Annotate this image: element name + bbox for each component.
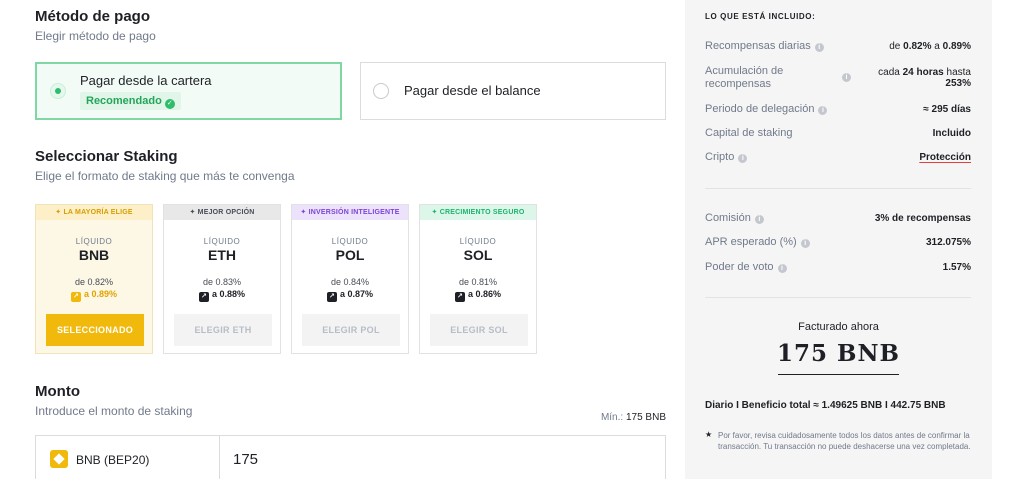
trend-up-icon: ↗ bbox=[198, 292, 209, 302]
info-icon: i bbox=[800, 239, 810, 248]
selected-button[interactable]: SELECCIONADO bbox=[46, 314, 144, 346]
card-tag: ✦ CRECIMIENTO SEGURO bbox=[420, 205, 536, 220]
trend-up-icon: ↗ bbox=[70, 292, 81, 302]
bnb-logo-icon bbox=[50, 450, 68, 468]
pay-from-balance-option[interactable]: Pagar desde el balance bbox=[360, 62, 666, 120]
staking-card-pol[interactable]: ✦ INVERSIÓN INTELIGENTE LÍQUIDO POL de 0… bbox=[291, 204, 409, 354]
radio-unselected[interactable] bbox=[373, 83, 389, 99]
staking-card-sol[interactable]: ✦ CRECIMIENTO SEGURO LÍQUIDO SOL de 0.81… bbox=[419, 204, 537, 354]
payment-title: Método de pago bbox=[35, 8, 150, 25]
pay-from-wallet-label: Pagar desde la cartera bbox=[80, 73, 212, 88]
card-coin: SOL bbox=[463, 247, 493, 263]
staking-card-eth[interactable]: ✦ MEJOR OPCIÓN LÍQUIDO ETH de 0.83% ↗ a 0… bbox=[163, 204, 281, 354]
row-value-apr: 312.075% bbox=[925, 237, 971, 248]
card-rate-to: ↗ a 0.86% bbox=[420, 289, 536, 302]
staking-card-bnb[interactable]: ✦ LA MAYORÍA ELIGE LÍQUIDO BNB de 0.82% … bbox=[35, 204, 153, 354]
choose-pol-button[interactable]: ELEGIR POL bbox=[302, 314, 400, 346]
staking-form: Método de pago Elegir método de pago Pag… bbox=[35, 0, 667, 479]
card-rate-to: ↗ a 0.89% bbox=[36, 289, 152, 302]
check-circle-icon: ✓ bbox=[164, 99, 175, 109]
included-title: LO QUE ESTÁ INCLUIDO: bbox=[705, 12, 816, 21]
pay-from-wallet-option[interactable]: Pagar desde la cartera Recomendado ✓ bbox=[35, 62, 342, 120]
daily-total-profit: Diario I Beneficio total ≈ 1.49625 BNB I… bbox=[705, 400, 946, 411]
payment-subtitle: Elegir método de pago bbox=[35, 29, 156, 43]
card-kind: LÍQUIDO bbox=[75, 237, 113, 246]
row-value-daily-rewards: de 0.82% a 0.89% bbox=[889, 41, 971, 52]
row-label-crypto: Cripto i bbox=[705, 151, 748, 164]
choose-sol-button[interactable]: ELEGIR SOL bbox=[430, 314, 528, 346]
row-label-accumulation: Acumulación de recompensas bbox=[705, 65, 784, 90]
info-icon: i bbox=[842, 73, 851, 82]
row-label-commission: Comisión i bbox=[705, 212, 764, 225]
recommended-badge: Recomendado ✓ bbox=[80, 92, 181, 110]
info-icon: i bbox=[777, 264, 787, 273]
card-coin: ETH bbox=[208, 247, 236, 263]
choose-eth-button[interactable]: ELEGIR ETH bbox=[174, 314, 272, 346]
row-value-commission: 3% de recompensas bbox=[874, 213, 971, 224]
card-tag: ✦ MEJOR OPCIÓN bbox=[164, 205, 280, 220]
card-kind: LÍQUIDO bbox=[459, 237, 497, 246]
card-rate-from: de 0.81% bbox=[458, 277, 498, 287]
row-value-staking-capital: Incluido bbox=[932, 128, 971, 139]
row-label-daily-rewards: Recompensas diarias i bbox=[705, 40, 824, 53]
card-rate-to: ↗ a 0.87% bbox=[292, 289, 408, 302]
card-rate-from: de 0.84% bbox=[330, 277, 370, 287]
row-label-delegation-period: Periodo de delegación i bbox=[705, 103, 828, 116]
billed-now-value: 175 BNB bbox=[777, 340, 900, 367]
summary-panel: LO QUE ESTÁ INCLUIDO: Recompensas diaria… bbox=[685, 0, 992, 479]
confirmation-note: Por favor, revisa cuidadosamente todos l… bbox=[718, 431, 971, 451]
pay-from-balance-label: Pagar desde el balance bbox=[404, 83, 541, 98]
info-icon: i bbox=[754, 215, 764, 224]
card-tag: ✦ LA MAYORÍA ELIGE bbox=[36, 205, 152, 220]
info-icon: i bbox=[814, 43, 824, 52]
protection-link[interactable]: Protección bbox=[919, 152, 971, 163]
row-label-staking-capital: Capital de staking bbox=[705, 127, 793, 139]
info-icon: i bbox=[818, 106, 828, 115]
card-tag: ✦ INVERSIÓN INTELIGENTE bbox=[292, 205, 408, 220]
amount-subtitle: Introduce el monto de staking bbox=[35, 404, 193, 418]
card-rate-from: de 0.82% bbox=[74, 277, 114, 287]
trend-up-icon: ↗ bbox=[454, 292, 465, 302]
card-kind: LÍQUIDO bbox=[203, 237, 241, 246]
card-kind: LÍQUIDO bbox=[331, 237, 369, 246]
star-icon: ★ bbox=[705, 430, 713, 439]
staking-title: Seleccionar Staking bbox=[35, 148, 178, 165]
amount-input[interactable]: 175 bbox=[233, 451, 258, 468]
card-coin: BNB bbox=[78, 247, 110, 263]
row-label-apr: APR esperado (%) i bbox=[705, 236, 810, 249]
token-selector[interactable]: BNB (BEP20) bbox=[76, 453, 149, 467]
radio-selected[interactable] bbox=[50, 83, 66, 99]
row-value-voting-power: 1.57% bbox=[942, 262, 971, 273]
row-value-delegation-period: ≈ 295 días bbox=[923, 104, 971, 115]
card-rate-to: ↗ a 0.88% bbox=[164, 289, 280, 302]
card-coin: POL bbox=[335, 247, 365, 263]
row-value-accumulation: cada 24 horas hasta 253% bbox=[878, 67, 971, 89]
staking-subtitle: Elige el formato de staking que más te c… bbox=[35, 169, 295, 183]
trend-up-icon: ↗ bbox=[326, 292, 337, 302]
billed-now-label: Facturado ahora bbox=[798, 321, 879, 333]
amount-box: BNB (BEP20) 175 bbox=[35, 435, 666, 479]
info-icon: i bbox=[738, 154, 748, 163]
row-label-voting-power: Poder de voto i bbox=[705, 261, 787, 274]
card-rate-from: de 0.83% bbox=[202, 277, 242, 287]
amount-title: Monto bbox=[35, 383, 80, 400]
min-amount: Mín.: 175 BNB bbox=[600, 412, 666, 423]
